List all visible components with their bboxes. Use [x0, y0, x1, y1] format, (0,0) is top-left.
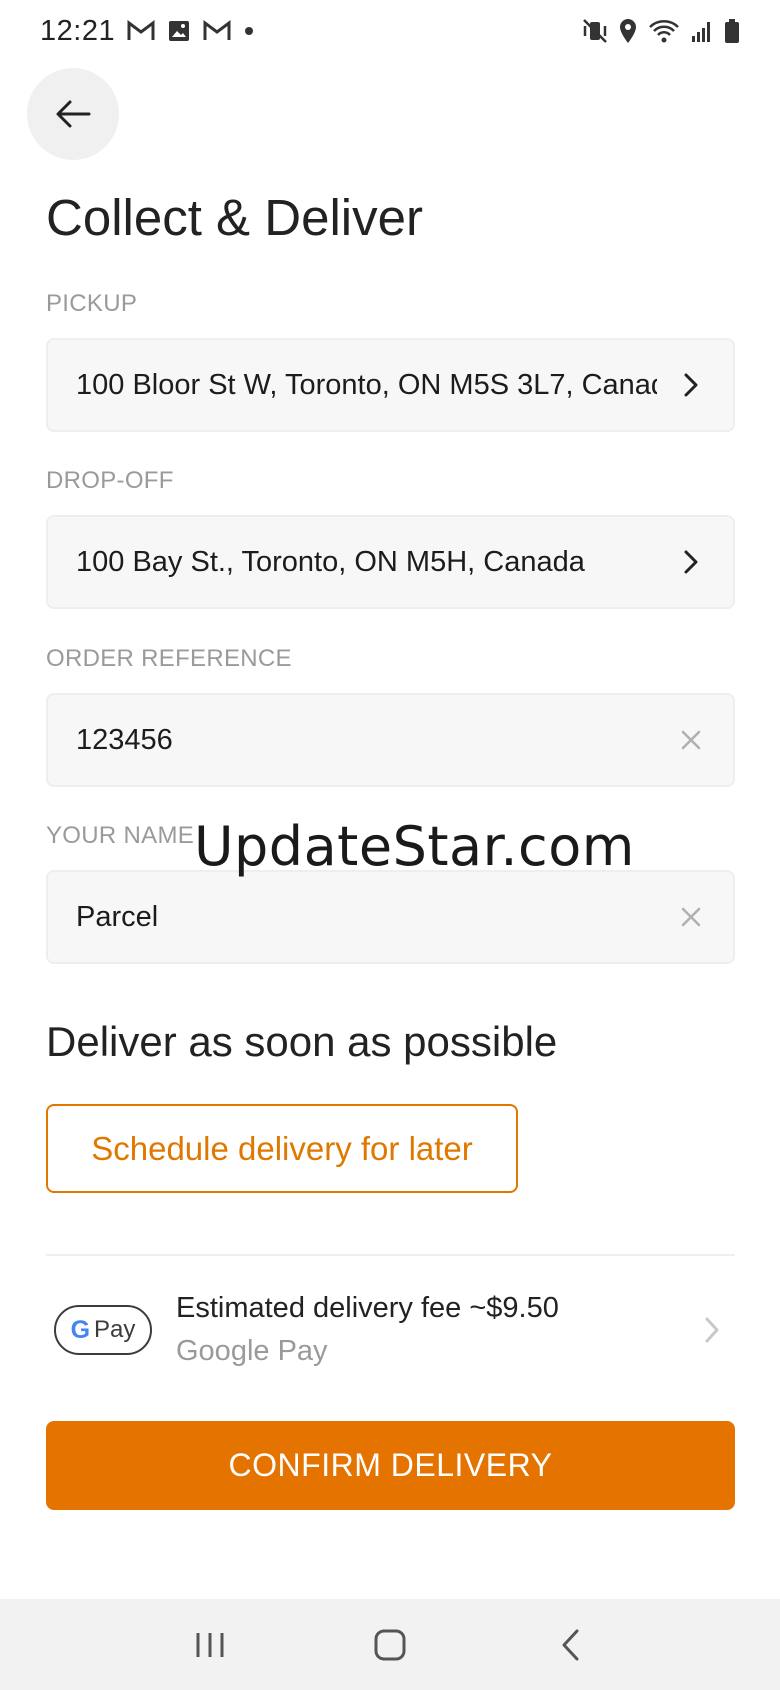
gpay-badge-text: Pay — [94, 1316, 136, 1343]
your-name-label: YOUR NAME — [46, 822, 195, 849]
wifi-icon — [648, 18, 680, 44]
your-name-value: Parcel — [76, 900, 159, 933]
status-time: 12:21 — [40, 14, 116, 47]
back-button[interactable] — [27, 68, 119, 160]
status-left: 12:21 — [40, 15, 255, 48]
payment-method: Google Pay — [176, 1335, 328, 1367]
schedule-later-button[interactable]: Schedule delivery for later — [46, 1104, 518, 1193]
divider — [46, 1254, 735, 1256]
payment-text: Estimated delivery fee ~$9.50 Google Pay — [176, 1292, 703, 1368]
chevron-right-icon — [703, 1315, 721, 1345]
pickup-value: 100 Bloor St W, Toronto, ON M5S 3L7, Can… — [76, 368, 657, 401]
google-pay-badge: G Pay — [54, 1305, 152, 1355]
dot-icon — [243, 25, 255, 37]
chevron-right-icon — [671, 542, 711, 582]
watermark: UpdateStar.com — [194, 815, 635, 878]
vibrate-mute-icon — [582, 18, 608, 44]
image-icon — [167, 19, 191, 43]
collect-deliver-screen: 12:21 Collect & Deliver PICKUP 100 Bloor… — [0, 0, 780, 1690]
confirm-delivery-button[interactable]: CONFIRM DELIVERY — [46, 1421, 735, 1510]
gmail-icon — [203, 20, 231, 42]
dropoff-label: DROP-OFF — [46, 467, 174, 494]
delivery-fee: Estimated delivery fee ~$9.50 — [176, 1292, 559, 1324]
order-reference-value: 123456 — [76, 723, 173, 756]
chevron-right-icon — [671, 365, 711, 405]
order-reference-field[interactable]: 123456 — [46, 693, 735, 787]
pickup-field[interactable]: 100 Bloor St W, Toronto, ON M5S 3L7, Can… — [46, 338, 735, 432]
order-reference-label: ORDER REFERENCE — [46, 645, 292, 672]
battery-icon — [724, 18, 740, 44]
dropoff-value: 100 Bay St., Toronto, ON M5H, Canada — [76, 545, 585, 578]
back-icon[interactable] — [540, 1615, 600, 1675]
recent-apps-icon[interactable] — [180, 1615, 240, 1675]
status-right — [582, 18, 740, 44]
delivery-heading: Deliver as soon as possible — [46, 1018, 558, 1065]
clear-icon[interactable] — [671, 720, 711, 760]
location-icon — [618, 18, 638, 44]
system-nav-bar — [0, 1599, 780, 1690]
payment-row[interactable]: G Pay Estimated delivery fee ~$9.50 Goog… — [46, 1280, 735, 1380]
home-icon[interactable] — [360, 1615, 420, 1675]
gmail-icon — [127, 20, 155, 42]
pickup-label: PICKUP — [46, 290, 138, 317]
clear-icon[interactable] — [671, 897, 711, 937]
status-bar: 12:21 — [0, 0, 780, 62]
signal-icon — [690, 19, 714, 43]
arrow-left-icon — [55, 99, 91, 129]
page-title: Collect & Deliver — [46, 189, 423, 246]
your-name-field[interactable]: Parcel — [46, 870, 735, 964]
dropoff-field[interactable]: 100 Bay St., Toronto, ON M5H, Canada — [46, 515, 735, 609]
google-g-icon: G — [70, 1315, 91, 1344]
